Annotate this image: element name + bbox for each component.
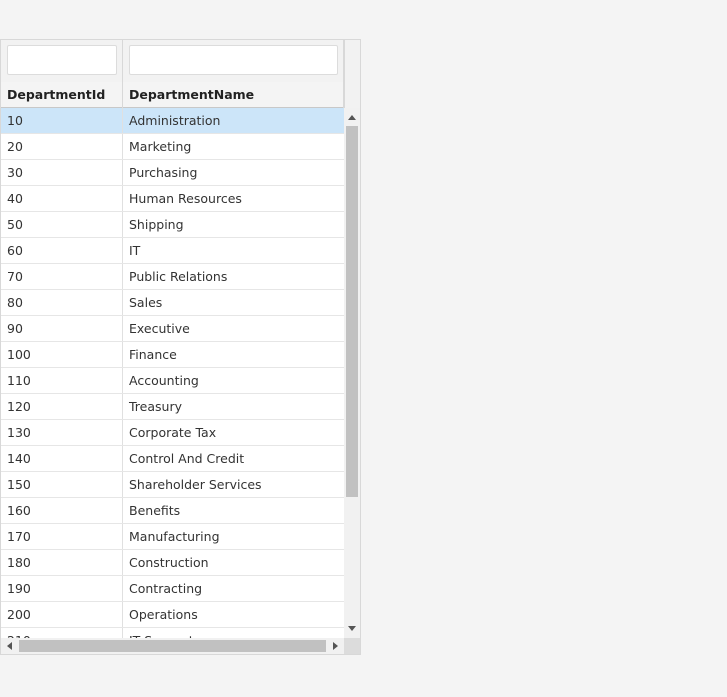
department-name-cell[interactable]: Benefits: [123, 498, 344, 523]
department-name-cell[interactable]: Construction: [123, 550, 344, 575]
table-row[interactable]: 190 Contracting: [1, 576, 344, 602]
department-name-cell[interactable]: Purchasing: [123, 160, 344, 185]
department-grid: DepartmentId DepartmentName 10 Administra…: [0, 39, 361, 655]
scroll-up-arrow-icon[interactable]: [348, 115, 356, 120]
table-row[interactable]: 30 Purchasing: [1, 160, 344, 186]
table-row[interactable]: 110 Accounting: [1, 368, 344, 394]
scroll-left-arrow-icon[interactable]: [7, 642, 12, 650]
department-name-cell[interactable]: Operations: [123, 602, 344, 627]
department-id-cell[interactable]: 200: [1, 602, 123, 627]
department-name-cell[interactable]: Control And Credit: [123, 446, 344, 471]
table-row[interactable]: 80 Sales: [1, 290, 344, 316]
table-row[interactable]: 210IT Support: [1, 628, 344, 638]
department-name-cell[interactable]: Public Relations: [123, 264, 344, 289]
scroll-down-arrow-icon[interactable]: [348, 626, 356, 631]
department-name-cell[interactable]: Contracting: [123, 576, 344, 601]
department-name-cell[interactable]: Sales: [123, 290, 344, 315]
department-id-cell[interactable]: 160: [1, 498, 123, 523]
table-row[interactable]: 120 Treasury: [1, 394, 344, 420]
department-id-cell[interactable]: 130: [1, 420, 123, 445]
table-row[interactable]: 60 IT: [1, 238, 344, 264]
scroll-right-arrow-icon[interactable]: [333, 642, 338, 650]
table-row[interactable]: 160 Benefits: [1, 498, 344, 524]
department-id-cell[interactable]: 80: [1, 290, 123, 315]
department-name-cell[interactable]: IT Support: [123, 628, 344, 638]
department-id-cell[interactable]: 110: [1, 368, 123, 393]
department-id-cell[interactable]: 20: [1, 134, 123, 159]
department-name-cell[interactable]: IT: [123, 238, 344, 263]
department-id-cell[interactable]: 40: [1, 186, 123, 211]
department-name-cell[interactable]: Marketing: [123, 134, 344, 159]
filter-cell-department-name: [123, 40, 344, 82]
table-row[interactable]: 180 Construction: [1, 550, 344, 576]
department-name-cell[interactable]: Executive: [123, 316, 344, 341]
department-id-cell[interactable]: 50: [1, 212, 123, 237]
department-id-cell[interactable]: 170: [1, 524, 123, 549]
table-row[interactable]: 10 Administration: [1, 108, 344, 134]
column-header-department-id[interactable]: DepartmentId: [1, 82, 123, 108]
table-row[interactable]: 20 Marketing: [1, 134, 344, 160]
department-id-filter-input[interactable]: [7, 45, 117, 75]
department-id-cell[interactable]: 180: [1, 550, 123, 575]
department-id-cell[interactable]: 210: [1, 628, 123, 638]
table-row[interactable]: 100 Finance: [1, 342, 344, 368]
table-row[interactable]: 70 Public Relations: [1, 264, 344, 290]
filter-row: [1, 40, 344, 83]
department-id-cell[interactable]: 10: [1, 108, 123, 133]
department-id-cell[interactable]: 30: [1, 160, 123, 185]
department-name-filter-input[interactable]: [129, 45, 338, 75]
department-name-cell[interactable]: Treasury: [123, 394, 344, 419]
table-row[interactable]: 50 Shipping: [1, 212, 344, 238]
horizontal-scrollbar[interactable]: [1, 638, 344, 654]
header-corner: [344, 40, 360, 108]
department-name-cell[interactable]: Human Resources: [123, 186, 344, 211]
department-id-cell[interactable]: 70: [1, 264, 123, 289]
column-header-department-name[interactable]: DepartmentName: [123, 82, 344, 108]
scrollbar-corner: [344, 638, 360, 654]
department-name-cell[interactable]: Shipping: [123, 212, 344, 237]
table-row[interactable]: 40 Human Resources: [1, 186, 344, 212]
department-id-cell[interactable]: 190: [1, 576, 123, 601]
table-row[interactable]: 200 Operations: [1, 602, 344, 628]
vertical-scrollbar[interactable]: [344, 108, 360, 638]
grid-body: 10 Administration 20 Marketing 30 Purchasing 4…: [1, 108, 344, 638]
table-row[interactable]: 90 Executive: [1, 316, 344, 342]
department-name-cell[interactable]: Shareholder Services: [123, 472, 344, 497]
table-row[interactable]: 150 Shareholder Services: [1, 472, 344, 498]
column-header-row: DepartmentId DepartmentName: [1, 82, 344, 108]
department-id-cell[interactable]: 120: [1, 394, 123, 419]
department-name-cell[interactable]: Corporate Tax: [123, 420, 344, 445]
department-name-cell[interactable]: Finance: [123, 342, 344, 367]
table-row[interactable]: 170 Manufacturing: [1, 524, 344, 550]
department-id-cell[interactable]: 150: [1, 472, 123, 497]
department-id-cell[interactable]: 90: [1, 316, 123, 341]
department-id-cell[interactable]: 60: [1, 238, 123, 263]
department-name-cell[interactable]: Administration: [123, 108, 344, 133]
department-id-cell[interactable]: 100: [1, 342, 123, 367]
department-id-cell[interactable]: 140: [1, 446, 123, 471]
department-name-cell[interactable]: Accounting: [123, 368, 344, 393]
table-row[interactable]: 130 Corporate Tax: [1, 420, 344, 446]
department-name-cell[interactable]: Manufacturing: [123, 524, 344, 549]
filter-cell-department-id: [1, 40, 123, 82]
table-row[interactable]: 140 Control And Credit: [1, 446, 344, 472]
vertical-scroll-thumb[interactable]: [346, 126, 358, 497]
horizontal-scroll-thumb[interactable]: [19, 640, 326, 652]
